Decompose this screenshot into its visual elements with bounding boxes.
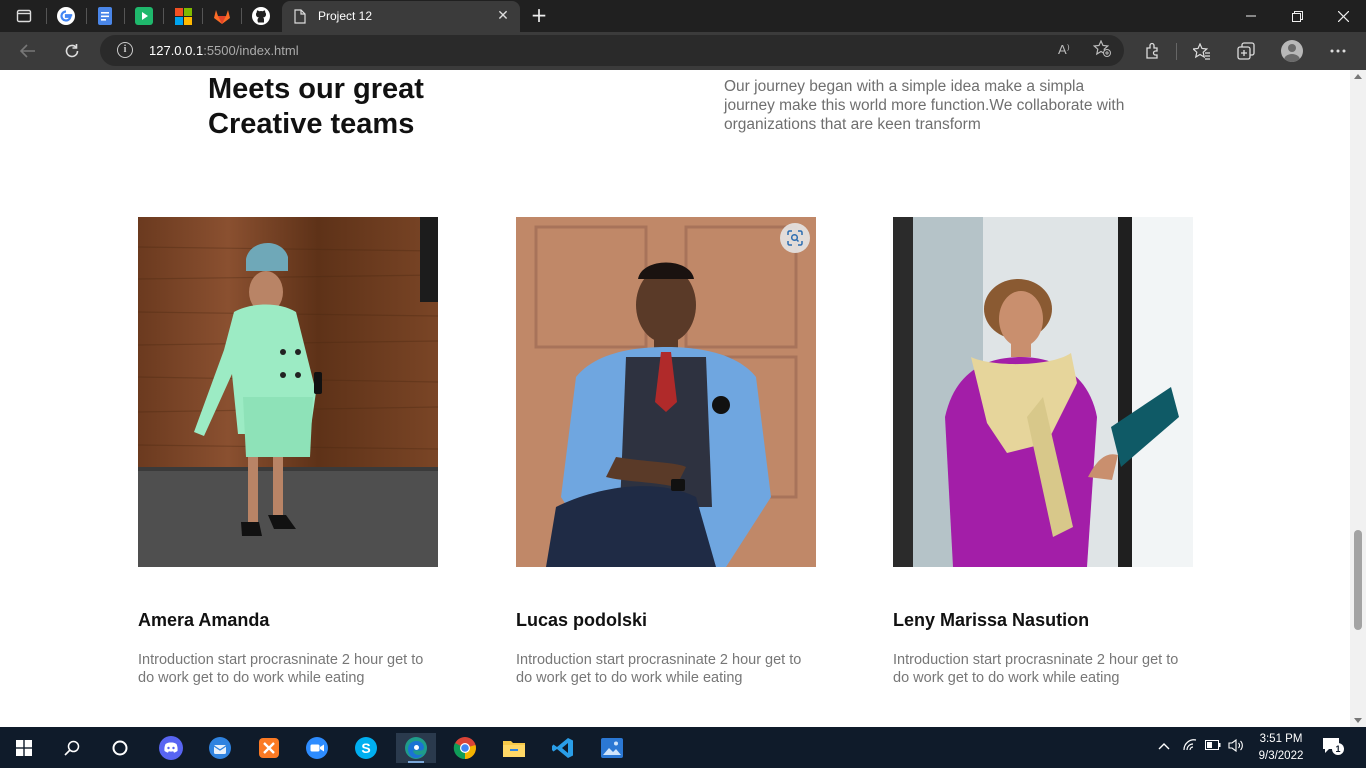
tab-separator (124, 8, 125, 24)
close-window-button[interactable] (1320, 0, 1366, 32)
skype-icon[interactable]: S (346, 733, 386, 763)
svg-text:S: S (361, 740, 370, 756)
tab-separator (46, 8, 47, 24)
battery-icon[interactable] (1205, 739, 1221, 754)
team-member-intro: Introduction start procrasninate 2 hour … (893, 652, 1179, 686)
windows-start-icon[interactable] (4, 733, 44, 763)
thunderbird-icon[interactable] (200, 733, 240, 763)
tab-separator (241, 8, 242, 24)
settings-more-icon[interactable] (1326, 40, 1350, 62)
team-card: Leny Marissa Nasution Introduction start… (893, 217, 1193, 686)
team-member-name: Amera Amanda (138, 610, 270, 630)
wifi-icon[interactable] (1183, 739, 1197, 755)
add-favorite-icon[interactable] (1092, 39, 1111, 61)
page-viewport: Meets our great Creative teams Our journ… (0, 70, 1350, 727)
favorites-icon[interactable] (1190, 40, 1214, 62)
discord-icon[interactable] (151, 733, 191, 763)
volume-icon[interactable] (1228, 738, 1245, 756)
read-aloud-icon[interactable]: A⁾ (1058, 42, 1070, 58)
team-member-name: Leny Marissa Nasution (893, 610, 1090, 630)
docs-tab-icon[interactable] (95, 6, 115, 26)
google-tab-icon[interactable] (56, 6, 76, 26)
xampp-icon[interactable] (249, 733, 289, 763)
url-text: 127.0.0.1:5500/index.html (149, 43, 299, 58)
team-card: Lucas podolski Introduction start procra… (516, 217, 816, 686)
team-card: Amera Amanda Introduction start procrasn… (138, 217, 438, 686)
taskbar-clock[interactable]: 3:51 PM 9/3/2022 (1252, 731, 1310, 765)
collections-icon[interactable] (1234, 40, 1258, 62)
minimize-button[interactable] (1228, 0, 1274, 32)
team-section-description: Our journey began with a simple idea mak… (724, 78, 1125, 133)
notification-count-badge: 1 (1332, 743, 1344, 755)
tab-separator (86, 8, 87, 24)
photos-icon[interactable] (592, 733, 632, 763)
notification-center-icon[interactable]: 1 (1322, 737, 1344, 757)
tab-separator (163, 8, 164, 24)
toolbar-separator (1176, 43, 1177, 60)
team-member-intro: Introduction start procrasninate 2 hour … (516, 652, 802, 686)
tab-actions-icon[interactable] (14, 6, 34, 26)
restore-button[interactable] (1274, 0, 1320, 32)
microsoft-tab-icon[interactable] (173, 6, 193, 26)
gitlab-tab-icon[interactable] (212, 6, 232, 26)
team-member-photo (516, 217, 816, 567)
scroll-up-arrow-icon[interactable] (1354, 74, 1362, 79)
active-indicator (408, 761, 424, 763)
search-icon[interactable] (52, 733, 92, 763)
zoom-icon[interactable] (297, 733, 337, 763)
clock-time: 3:51 PM (1259, 733, 1303, 745)
tab-title: Project 12 (318, 9, 373, 23)
team-member-photo (138, 217, 438, 567)
tab-project-12[interactable]: Project 12 ✕ (282, 1, 520, 32)
profile-avatar[interactable] (1281, 40, 1303, 62)
site-info-icon[interactable]: i (117, 42, 133, 58)
page-scrollbar[interactable] (1350, 70, 1366, 727)
browser-tab-strip: Project 12 ✕ + (0, 0, 1366, 32)
scroll-thumb[interactable] (1354, 530, 1362, 630)
tab-separator (202, 8, 203, 24)
team-member-photo (893, 217, 1193, 567)
chrome-icon[interactable] (445, 733, 485, 763)
back-button[interactable] (16, 40, 40, 62)
extensions-icon[interactable] (1141, 40, 1165, 62)
page-icon (294, 9, 306, 28)
github-tab-icon[interactable] (251, 6, 271, 26)
team-member-name: Lucas podolski (516, 610, 648, 630)
team-member-intro: Introduction start procrasninate 2 hour … (138, 652, 424, 686)
vscode-icon[interactable] (543, 733, 583, 763)
browser-toolbar: i 127.0.0.1:5500/index.html A⁾ (0, 32, 1366, 70)
play-tab-icon[interactable] (134, 6, 154, 26)
visual-search-button[interactable] (780, 223, 810, 253)
windows-taskbar: S 3:51 PM 9/3/2022 1 (0, 727, 1366, 768)
team-section-heading: Meets our great Creative teams (208, 73, 424, 140)
new-tab-button[interactable]: + (528, 4, 550, 26)
close-tab-icon[interactable]: ✕ (494, 7, 512, 25)
refresh-button[interactable] (60, 40, 84, 62)
file-explorer-icon[interactable] (494, 733, 534, 763)
address-bar[interactable]: i 127.0.0.1:5500/index.html A⁾ (100, 35, 1124, 66)
show-hidden-icons-icon[interactable] (1158, 739, 1170, 754)
clock-date: 9/3/2022 (1258, 750, 1304, 762)
cortana-icon[interactable] (100, 733, 140, 763)
scroll-down-arrow-icon[interactable] (1354, 718, 1362, 723)
edge-taskbar-icon[interactable] (396, 733, 436, 763)
